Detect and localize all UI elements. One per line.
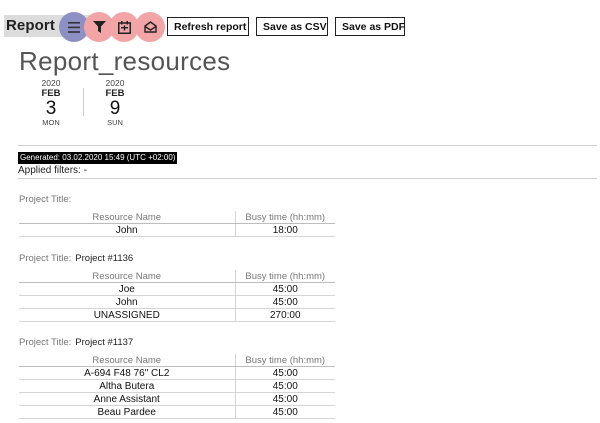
toolbar-title: Report — [6, 17, 55, 34]
table-row: John 45:00 — [19, 295, 335, 309]
table-row: John 18:00 — [19, 223, 335, 237]
generated-timestamp: Generated: 03.02.2020 15:49 (UTC +02:00) — [18, 152, 178, 164]
resources-table: Resource Name Busy time (hh:mm) John 18:… — [19, 211, 335, 237]
refresh-report-button[interactable]: Refresh report — [167, 17, 249, 36]
calendar-icon — [117, 20, 131, 34]
date-end-day: 9 — [109, 98, 121, 119]
busy-time-cell: 45:00 — [234, 282, 335, 296]
date-start-day: 3 — [45, 98, 57, 119]
applied-filters: Applied filters: - — [18, 165, 87, 176]
date-start-weekday: MON — [42, 118, 60, 127]
table-row: Altha Butera 45:00 — [19, 379, 335, 393]
busy-time-cell: 45:00 — [234, 295, 335, 309]
report-title: Report_resources — [19, 46, 231, 76]
column-header-resource-name: Resource Name — [19, 211, 235, 224]
project-title: Project Title: Project #1136 — [19, 253, 133, 264]
table-row: A-694 F48 76" CL2 45:00 — [19, 366, 335, 380]
resource-name-cell: Beau Pardee — [19, 405, 235, 419]
report-toolbar: Report Refresh report Save as CSV Save a… — [0, 9, 600, 43]
resource-name-cell: John — [19, 223, 235, 237]
column-header-busy-time: Busy time (hh:mm) — [234, 354, 335, 367]
resources-table: Resource Name Busy time (hh:mm) Joe 45:0… — [19, 270, 335, 322]
busy-time-cell: 18:00 — [234, 223, 335, 237]
project-title-label: Project Title: — [19, 337, 72, 348]
table-row: Anne Assistant 45:00 — [19, 392, 335, 406]
mail-button[interactable] — [135, 12, 165, 42]
date-start: 2020 FEB 3 MON — [31, 78, 71, 128]
project-title-label: Project Title: — [19, 194, 72, 205]
column-header-busy-time: Busy time (hh:mm) — [234, 270, 335, 283]
resource-name-cell: Joe — [19, 282, 235, 296]
date-end-year: 2020 — [105, 78, 125, 88]
column-header-resource-name: Resource Name — [19, 354, 235, 367]
save-csv-button[interactable]: Save as CSV — [256, 17, 328, 36]
project-title: Project Title: Project #1137 — [19, 337, 133, 348]
resource-name-cell: A-694 F48 76" CL2 — [19, 366, 235, 380]
resource-name-cell: John — [19, 295, 235, 309]
project-title-value: Project #1137 — [75, 337, 134, 348]
resource-name-cell: Altha Butera — [19, 379, 235, 393]
busy-time-cell: 270:00 — [234, 308, 335, 322]
divider — [18, 145, 597, 146]
resource-name-cell: UNASSIGNED — [19, 308, 235, 322]
date-end-weekday: SUN — [107, 118, 123, 127]
column-header-resource-name: Resource Name — [19, 270, 235, 283]
menu-icon — [68, 21, 80, 33]
date-separator — [83, 88, 84, 116]
save-pdf-button[interactable]: Save as PDF — [335, 17, 405, 36]
table-row: Joe 45:00 — [19, 282, 335, 296]
project-title-label: Project Title: — [19, 253, 72, 264]
date-start-year: 2020 — [41, 78, 61, 88]
busy-time-cell: 45:00 — [234, 392, 335, 406]
date-end: 2020 FEB 9 SUN — [95, 78, 135, 128]
project-title-value: Project #1136 — [75, 253, 134, 264]
mail-icon — [143, 21, 157, 33]
busy-time-cell: 45:00 — [234, 405, 335, 419]
divider — [18, 178, 597, 179]
busy-time-cell: 45:00 — [234, 379, 335, 393]
project-title: Project Title: — [19, 194, 75, 205]
column-header-busy-time: Busy time (hh:mm) — [234, 211, 335, 224]
table-row: Beau Pardee 45:00 — [19, 405, 335, 419]
resources-table: Resource Name Busy time (hh:mm) A-694 F4… — [19, 354, 335, 419]
filter-icon — [92, 21, 106, 33]
resource-name-cell: Anne Assistant — [19, 392, 235, 406]
table-row: UNASSIGNED 270:00 — [19, 308, 335, 322]
busy-time-cell: 45:00 — [234, 366, 335, 380]
